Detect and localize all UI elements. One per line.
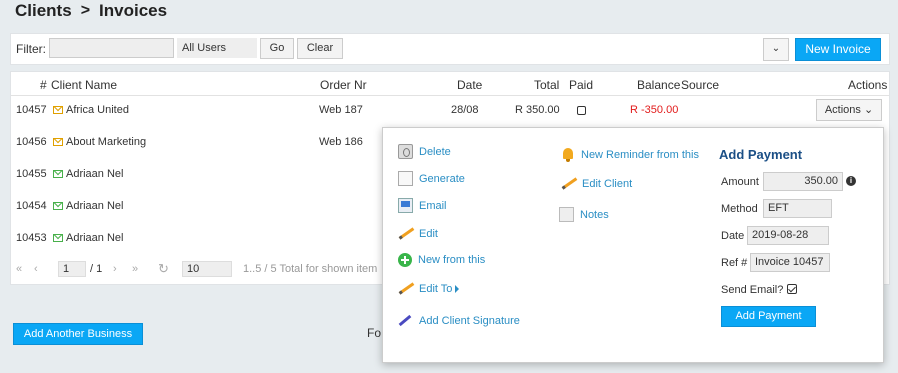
users-select[interactable]: All Users xyxy=(177,38,257,58)
amount-label: Amount xyxy=(721,176,759,188)
header-source[interactable]: Source xyxy=(681,78,719,92)
row-order: Web 186 xyxy=(319,136,363,148)
page-size-input[interactable]: 10 xyxy=(182,261,232,277)
menu-new-reminder[interactable]: New Reminder from this xyxy=(561,148,699,162)
ref-field[interactable]: Invoice 10457 xyxy=(750,253,830,272)
header-date[interactable]: Date xyxy=(457,78,482,92)
header-paid[interactable]: Paid xyxy=(569,78,593,92)
row-num: 10457 xyxy=(16,104,47,116)
row-client[interactable]: Adriaan Nel xyxy=(53,200,123,212)
breadcrumb: Clients > Invoices xyxy=(15,1,167,21)
menu-delete[interactable]: Delete xyxy=(398,144,451,159)
mail-icon xyxy=(53,138,63,146)
next-page-icon[interactable]: › xyxy=(113,263,117,275)
filter-label: Filter: xyxy=(16,42,46,56)
plus-icon xyxy=(398,253,412,267)
header-total[interactable]: Total xyxy=(534,78,559,92)
breadcrumb-root[interactable]: Clients xyxy=(15,1,72,21)
chevron-down-icon[interactable]: ⌄ xyxy=(763,38,789,61)
refresh-icon[interactable]: ↻ xyxy=(158,261,169,277)
menu-add-client-signature[interactable]: Add Client Signature xyxy=(398,313,520,328)
mail-icon xyxy=(53,170,63,178)
row-client[interactable]: About Marketing xyxy=(53,136,146,148)
amount-field[interactable]: 350.00 xyxy=(763,172,843,191)
row-client[interactable]: Adriaan Nel xyxy=(53,232,123,244)
new-invoice-button[interactable]: New Invoice xyxy=(795,38,881,61)
email-icon xyxy=(398,198,413,213)
page-title: Invoices xyxy=(99,1,168,20)
signature-icon xyxy=(398,313,413,328)
clear-button[interactable]: Clear xyxy=(297,38,343,59)
row-num: 10453 xyxy=(16,232,47,244)
row-num: 10454 xyxy=(16,200,47,212)
menu-notes[interactable]: Notes xyxy=(559,207,609,222)
menu-email[interactable]: Email xyxy=(398,198,447,213)
page-count: / 1 xyxy=(90,263,103,275)
row-balance: R -350.00 xyxy=(630,104,679,116)
send-email-label: Send Email? xyxy=(721,284,784,296)
document-icon xyxy=(398,171,413,186)
row-num: 10456 xyxy=(16,136,47,148)
pencil-icon xyxy=(561,176,576,191)
method-field[interactable]: EFT xyxy=(763,199,832,218)
menu-edit[interactable]: Edit xyxy=(398,226,438,241)
breadcrumb-separator-icon: > xyxy=(80,2,91,19)
date-label: Date xyxy=(721,230,745,242)
bell-icon xyxy=(561,148,575,162)
mail-icon xyxy=(53,202,63,210)
filter-input[interactable] xyxy=(49,38,174,58)
last-page-icon[interactable]: » xyxy=(132,263,138,275)
actions-button[interactable]: Actions ⌄ xyxy=(816,99,882,121)
row-client[interactable]: Adriaan Nel xyxy=(53,168,123,180)
page-input[interactable]: 1 xyxy=(58,261,86,277)
go-button[interactable]: Go xyxy=(260,38,294,59)
header-actions: Actions xyxy=(848,78,888,92)
menu-generate[interactable]: Generate xyxy=(398,171,465,186)
add-payment-button[interactable]: Add Payment xyxy=(721,306,816,327)
pencil-icon xyxy=(398,226,413,241)
actions-menu: Delete Generate Email Edit New from this… xyxy=(382,127,884,363)
pager-summary: 1..5 / 5 Total for shown item xyxy=(243,263,378,275)
note-icon xyxy=(559,207,574,222)
method-label: Method xyxy=(721,203,758,215)
footer-text: Fo xyxy=(367,326,382,340)
row-num: 10455 xyxy=(16,168,47,180)
menu-edit-client[interactable]: Edit Client xyxy=(561,176,632,191)
table-row[interactable]: 10457 Africa United Web 187 28/08 R 350.… xyxy=(11,95,889,127)
add-business-button[interactable]: Add Another Business xyxy=(13,323,143,345)
mail-icon xyxy=(53,106,63,114)
filter-bar: Filter: All Users Go Clear ⌄ New Invoice xyxy=(10,33,890,65)
first-page-icon[interactable]: « xyxy=(16,263,22,275)
row-date: 28/08 xyxy=(451,104,479,116)
ref-label: Ref # xyxy=(721,257,748,269)
info-icon[interactable]: i xyxy=(846,176,856,186)
menu-edit-to[interactable]: Edit To xyxy=(398,281,460,296)
header-balance[interactable]: Balance xyxy=(637,78,680,92)
row-client[interactable]: Africa United xyxy=(53,104,129,116)
add-payment-title: Add Payment xyxy=(719,147,803,162)
prev-page-icon[interactable]: ‹ xyxy=(34,263,38,275)
mail-icon xyxy=(53,234,63,242)
header-num[interactable]: # xyxy=(40,78,47,92)
table-header: # Client Name Order Nr Date Total Paid B… xyxy=(11,72,889,96)
row-order: Web 187 xyxy=(319,104,363,116)
date-field[interactable]: 2019-08-28 xyxy=(747,226,829,245)
header-client[interactable]: Client Name xyxy=(51,78,117,92)
caret-right-icon xyxy=(455,284,460,293)
header-order[interactable]: Order Nr xyxy=(320,78,367,92)
paid-checkbox[interactable] xyxy=(577,106,586,115)
pencil-icon xyxy=(398,281,413,296)
trash-icon xyxy=(398,144,413,159)
row-total: R 350.00 xyxy=(515,104,560,116)
send-email-checkbox[interactable] xyxy=(787,284,797,294)
menu-new-from-this[interactable]: New from this xyxy=(398,253,485,267)
